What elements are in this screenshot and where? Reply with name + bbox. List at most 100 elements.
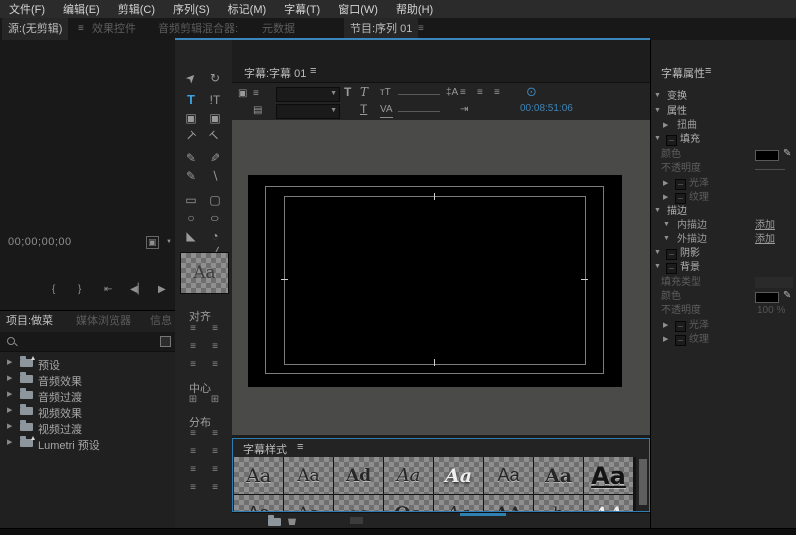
- style-swatch[interactable]: ea: [334, 495, 383, 512]
- row-properties[interactable]: ▼ 属性: [651, 105, 796, 119]
- tab-stops-icon[interactable]: ⇥: [460, 103, 468, 117]
- source-panel-menu-icon[interactable]: ≡: [78, 18, 84, 40]
- project-search-bar[interactable]: [0, 332, 175, 352]
- area-type-tool-icon[interactable]: ▣: [181, 110, 201, 126]
- go-to-in-icon[interactable]: ⇤: [104, 284, 112, 295]
- disclosure-icon[interactable]: ▼: [654, 135, 661, 142]
- align-top-icon[interactable]: ≡: [205, 323, 225, 334]
- underline-button[interactable]: T: [360, 102, 367, 116]
- disclosure-icon[interactable]: ▶: [7, 390, 12, 398]
- h-scrollbar-thumb[interactable]: [460, 513, 506, 516]
- tab-program[interactable]: 节目:序列 01: [344, 18, 418, 40]
- tab-source[interactable]: 源:(无剪辑): [2, 18, 68, 40]
- distribute-center-h-icon[interactable]: ≡: [183, 446, 203, 457]
- type-tool-icon[interactable]: T: [181, 92, 201, 108]
- menu-edit[interactable]: 编辑(E): [54, 1, 109, 17]
- disclosure-icon[interactable]: ▼: [654, 249, 661, 256]
- disclosure-icon[interactable]: ▼: [654, 92, 661, 99]
- row-outer-stroke[interactable]: ▼ 外描边 添加: [651, 233, 796, 247]
- italic-button[interactable]: T: [360, 85, 368, 99]
- current-style-swatch[interactable]: Aa: [180, 252, 229, 294]
- vertical-type-tool-icon[interactable]: !T: [205, 92, 225, 108]
- menu-sequence[interactable]: 序列(S): [164, 1, 219, 17]
- vertical-area-type-tool-icon[interactable]: ▣: [205, 110, 225, 126]
- bold-button[interactable]: T: [344, 85, 351, 99]
- distribute-left-icon[interactable]: ≡: [183, 428, 203, 439]
- add-inner-stroke-link[interactable]: 添加: [755, 219, 775, 232]
- style-swatch[interactable]: Ad: [334, 457, 383, 494]
- title-canvas[interactable]: [232, 120, 650, 435]
- tab-media-browser[interactable]: 媒体浏览器: [76, 311, 131, 331]
- disclosure-icon[interactable]: ▶: [663, 335, 668, 343]
- row-inner-stroke[interactable]: ▼ 内描边 添加: [651, 219, 796, 233]
- styles-panel-menu-icon[interactable]: ≡: [297, 441, 303, 453]
- pen-tool-icon[interactable]: ✎: [181, 150, 201, 166]
- tab-audio-mixer[interactable]: 音频剪辑混合器:: [158, 18, 238, 40]
- h-scroll-handle[interactable]: [350, 517, 363, 524]
- delete-trash-icon[interactable]: [288, 517, 296, 525]
- disclosure-icon[interactable]: ▶: [7, 406, 12, 414]
- row-bg-texture[interactable]: ▶ 纹理: [651, 333, 796, 347]
- tree-row-presets[interactable]: ▶ 预设: [0, 355, 175, 371]
- style-swatch[interactable]: Aa: [584, 457, 633, 494]
- add-outer-stroke-link[interactable]: 添加: [755, 233, 775, 246]
- align-bottom-icon[interactable]: ≡: [205, 359, 225, 370]
- disclosure-icon[interactable]: ▶: [663, 179, 668, 187]
- tab-effect-controls[interactable]: 效果控件: [92, 18, 136, 40]
- new-title-icon[interactable]: ▣: [238, 87, 247, 101]
- styles-scrollbar[interactable]: [639, 459, 647, 505]
- disclosure-icon[interactable]: ▼: [663, 221, 670, 228]
- style-swatch[interactable]: Aa: [284, 457, 333, 494]
- tree-row-video-transitions[interactable]: ▶ 视频过渡: [0, 419, 175, 435]
- tree-row-audio-transitions[interactable]: ▶ 音频过渡: [0, 387, 175, 403]
- style-swatch[interactable]: Aa: [234, 495, 283, 512]
- templates-icon[interactable]: ▤: [253, 104, 262, 118]
- align-center-v-icon[interactable]: ≡: [205, 341, 225, 352]
- rotation-tool-icon[interactable]: ↻: [205, 70, 225, 86]
- settings-icon[interactable]: ▣: [146, 236, 159, 249]
- tab-metadata[interactable]: 元数据: [262, 18, 295, 40]
- disclosure-icon[interactable]: ▶: [7, 358, 12, 366]
- row-transform[interactable]: ▼ 变换: [651, 90, 796, 104]
- properties-panel-menu-icon[interactable]: ≡: [705, 65, 711, 77]
- style-swatch[interactable]: AA: [584, 495, 633, 512]
- tree-row-video-effects[interactable]: ▶ 视频效果: [0, 403, 175, 419]
- selection-tool-icon[interactable]: ➤: [181, 70, 201, 86]
- opacity-slider[interactable]: [755, 169, 785, 170]
- row-distort[interactable]: ▶ 扭曲: [651, 119, 796, 133]
- align-right-paragraph-icon[interactable]: ≡: [494, 86, 500, 100]
- program-panel-menu-icon[interactable]: ≡: [418, 18, 424, 40]
- rectangle-tool-icon[interactable]: ▭: [181, 192, 201, 208]
- shadow-checkbox[interactable]: [666, 249, 677, 260]
- eyedropper-icon[interactable]: ✎: [783, 290, 791, 301]
- bg-opacity-value[interactable]: 100 %: [757, 304, 785, 317]
- path-type-tool-icon[interactable]: T: [181, 128, 201, 144]
- align-right-icon[interactable]: ≡: [183, 359, 203, 370]
- bg-sheen-checkbox[interactable]: [675, 321, 686, 332]
- kerning-icon[interactable]: ‡A: [446, 86, 458, 100]
- menu-clip[interactable]: 剪辑(C): [109, 1, 164, 17]
- mark-in-icon[interactable]: {: [52, 284, 55, 295]
- disclosure-icon[interactable]: ▼: [654, 207, 661, 214]
- disclosure-icon[interactable]: ▼: [663, 235, 670, 242]
- disclosure-icon[interactable]: ▶: [7, 422, 12, 430]
- arc-tool-icon[interactable]: ◔: [205, 228, 225, 244]
- font-style-dropdown[interactable]: ▼: [276, 104, 340, 119]
- distribute-even-v-icon[interactable]: ≡: [205, 482, 225, 493]
- align-center-paragraph-icon[interactable]: ≡: [477, 86, 483, 100]
- align-left-paragraph-icon[interactable]: ≡: [460, 86, 466, 100]
- title-panel-menu-icon[interactable]: ≡: [310, 65, 316, 77]
- font-family-dropdown[interactable]: ▼: [276, 87, 340, 102]
- distribute-center-v-icon[interactable]: ≡: [205, 446, 225, 457]
- style-swatch[interactable]: Aa: [534, 457, 583, 494]
- convert-anchor-tool-icon[interactable]: ∖: [205, 168, 225, 184]
- style-swatch[interactable]: Aa: [284, 495, 333, 512]
- disclosure-icon[interactable]: ▶: [7, 374, 12, 382]
- center-horizontal-icon[interactable]: ⊞: [183, 394, 203, 405]
- style-swatch[interactable]: Aa: [234, 457, 283, 494]
- settings-caret-icon[interactable]: ▼: [166, 239, 172, 245]
- disclosure-icon[interactable]: ▶: [663, 121, 668, 129]
- align-left-icon[interactable]: ≡: [183, 323, 203, 334]
- style-swatch[interactable]: b: [534, 495, 583, 512]
- texture-checkbox[interactable]: [675, 193, 686, 204]
